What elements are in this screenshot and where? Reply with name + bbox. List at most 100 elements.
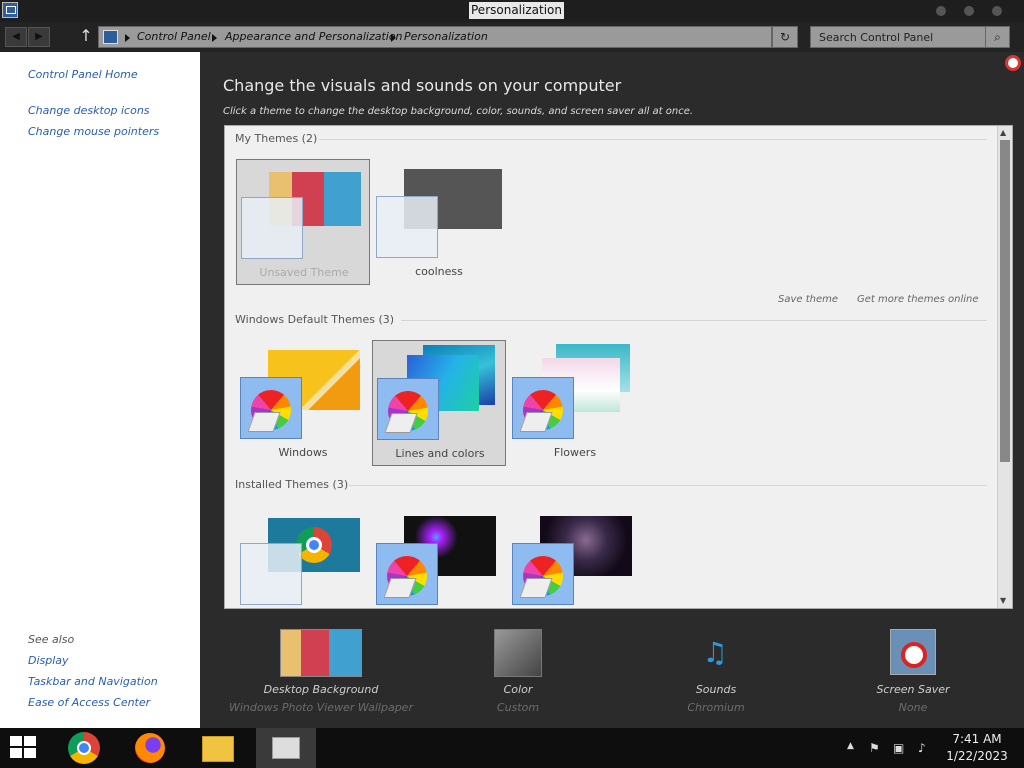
page-title: Change the visuals and sounds on your co… — [223, 76, 622, 95]
save-theme-link[interactable]: Save theme — [778, 294, 838, 305]
breadcrumb-appearance[interactable]: Appearance and Personalization — [225, 30, 403, 43]
page-subtitle: Click a theme to change the desktop back… — [223, 106, 694, 117]
screen-saver-icon — [890, 629, 936, 675]
search-icon[interactable]: ⌕ — [985, 27, 1009, 47]
color-value: Custom — [496, 701, 540, 714]
my-themes-heading: My Themes (2) — [235, 132, 318, 145]
theme-color-swatch — [512, 543, 574, 605]
windows-logo-icon — [10, 736, 22, 746]
sounds-label: Sounds — [695, 683, 737, 696]
breadcrumb-separator-icon — [125, 34, 130, 42]
control-panel-icon — [272, 737, 300, 759]
address-bar[interactable]: Control Panel Appearance and Personaliza… — [98, 26, 772, 48]
theme-lines-and-colors[interactable]: Lines and colors — [372, 340, 506, 466]
clock-time[interactable]: 7:41 AM — [942, 732, 1012, 746]
theme-color-swatch — [377, 378, 439, 440]
default-themes-heading: Windows Default Themes (3) — [235, 313, 395, 326]
action-center-flag-icon[interactable]: ⚑ — [869, 741, 880, 755]
breadcrumb-personalization[interactable]: Personalization — [404, 30, 488, 43]
clock-date[interactable]: 1/22/2023 — [942, 749, 1012, 763]
themes-list: My Themes (2) Unsaved Theme coolness Sav… — [224, 125, 1013, 609]
theme-label: Flowers — [553, 446, 597, 459]
color-wheel-icon — [523, 556, 563, 596]
taskbar-navigation-link[interactable]: Taskbar and Navigation — [28, 675, 158, 688]
close-button[interactable] — [992, 6, 1002, 16]
up-button[interactable]: ↑ — [78, 26, 94, 46]
theme-label: coolness — [415, 265, 463, 278]
themes-scrollbar[interactable]: ▲ ▼ — [997, 126, 1012, 608]
color-wheel-icon — [388, 391, 428, 431]
firefox-icon — [135, 733, 165, 763]
desktop-background-label: Desktop Background — [263, 683, 379, 696]
breadcrumb-control-panel[interactable]: Control Panel — [137, 30, 211, 43]
section-divider — [319, 139, 987, 140]
theme-label: Lines and colors — [395, 447, 485, 460]
theme-coolness[interactable]: coolness — [372, 159, 506, 285]
sounds-icon: ♫ — [702, 636, 728, 669]
display-link[interactable]: Display — [28, 654, 69, 667]
sounds-value: Chromium — [687, 701, 745, 714]
desktop-background-value: Windows Photo Viewer Wallpaper — [229, 701, 413, 714]
start-button[interactable] — [10, 736, 38, 760]
control-panel-icon — [2, 2, 18, 18]
screen-saver-value: None — [898, 701, 928, 714]
control-panel-home-link[interactable]: Control Panel Home — [28, 68, 138, 81]
file-explorer-icon — [202, 736, 234, 762]
color-wheel-icon — [387, 556, 427, 596]
search-input[interactable]: Search Control Panel ⌕ — [810, 26, 1010, 48]
chrome-icon — [68, 732, 100, 764]
theme-color-swatch — [241, 197, 303, 259]
minimize-button[interactable] — [936, 6, 946, 16]
taskbar-firefox[interactable] — [120, 728, 180, 768]
desktop-background-thumbnail — [280, 629, 362, 677]
up-arrow-icon: ↑ — [79, 26, 93, 45]
refresh-icon: ↻ — [779, 30, 791, 44]
back-button[interactable]: ◀ — [5, 27, 27, 47]
scroll-up-icon[interactable]: ▲ — [1000, 128, 1006, 137]
left-pane: Control Panel Home Change desktop icons … — [0, 52, 200, 728]
scrollbar-thumb[interactable] — [1000, 140, 1010, 462]
taskbar-chrome[interactable] — [54, 728, 114, 768]
theme-installed-3[interactable] — [508, 506, 642, 608]
see-also-heading: See also — [28, 633, 75, 646]
change-desktop-icons-link[interactable]: Change desktop icons — [28, 104, 150, 117]
volume-icon[interactable]: ♪ — [918, 741, 926, 755]
network-icon[interactable]: ▣ — [893, 741, 904, 755]
theme-color-swatch — [376, 196, 438, 258]
theme-color-swatch — [240, 377, 302, 439]
navigation-bar: ◀ ▶ ↑ Control Panel Appearance and Perso… — [0, 22, 1024, 52]
control-panel-icon — [103, 30, 118, 44]
maximize-button[interactable] — [964, 6, 974, 16]
theme-windows[interactable]: Windows — [236, 340, 370, 466]
forward-button[interactable]: ▶ — [28, 27, 50, 47]
theme-color-swatch — [376, 543, 438, 605]
breadcrumb-separator-icon — [391, 34, 396, 42]
search-placeholder: Search Control Panel — [819, 31, 934, 44]
taskbar: ▲ ⚑ ▣ ♪ 7:41 AM 1/22/2023 — [0, 728, 1024, 768]
taskbar-control-panel[interactable] — [256, 728, 316, 768]
window-title: Personalization — [469, 2, 564, 19]
color-label: Color — [503, 683, 533, 696]
taskbar-file-explorer[interactable] — [188, 728, 248, 768]
theme-flowers[interactable]: Flowers — [508, 340, 642, 466]
title-bar[interactable]: Personalization — [0, 0, 1024, 22]
color-wheel-icon — [251, 390, 291, 430]
color-wheel-icon — [523, 390, 563, 430]
theme-installed-2[interactable] — [372, 506, 506, 608]
help-icon[interactable] — [1005, 55, 1021, 71]
ease-of-access-link[interactable]: Ease of Access Center — [28, 696, 150, 709]
get-more-themes-link[interactable]: Get more themes online — [857, 294, 979, 305]
section-divider — [349, 485, 987, 486]
color-swatch — [494, 629, 542, 677]
tray-overflow-icon[interactable]: ▲ — [847, 741, 854, 751]
screen-saver-label: Screen Saver — [876, 683, 950, 696]
theme-color-swatch — [512, 377, 574, 439]
theme-chrome[interactable] — [236, 506, 370, 608]
installed-themes-heading: Installed Themes (3) — [235, 478, 349, 491]
theme-color-swatch — [240, 543, 302, 605]
theme-unsaved[interactable]: Unsaved Theme — [236, 159, 370, 285]
change-mouse-pointers-link[interactable]: Change mouse pointers — [28, 125, 159, 138]
scroll-down-icon[interactable]: ▼ — [1000, 596, 1006, 605]
refresh-button[interactable]: ↻ — [772, 26, 798, 48]
section-divider — [401, 320, 987, 321]
